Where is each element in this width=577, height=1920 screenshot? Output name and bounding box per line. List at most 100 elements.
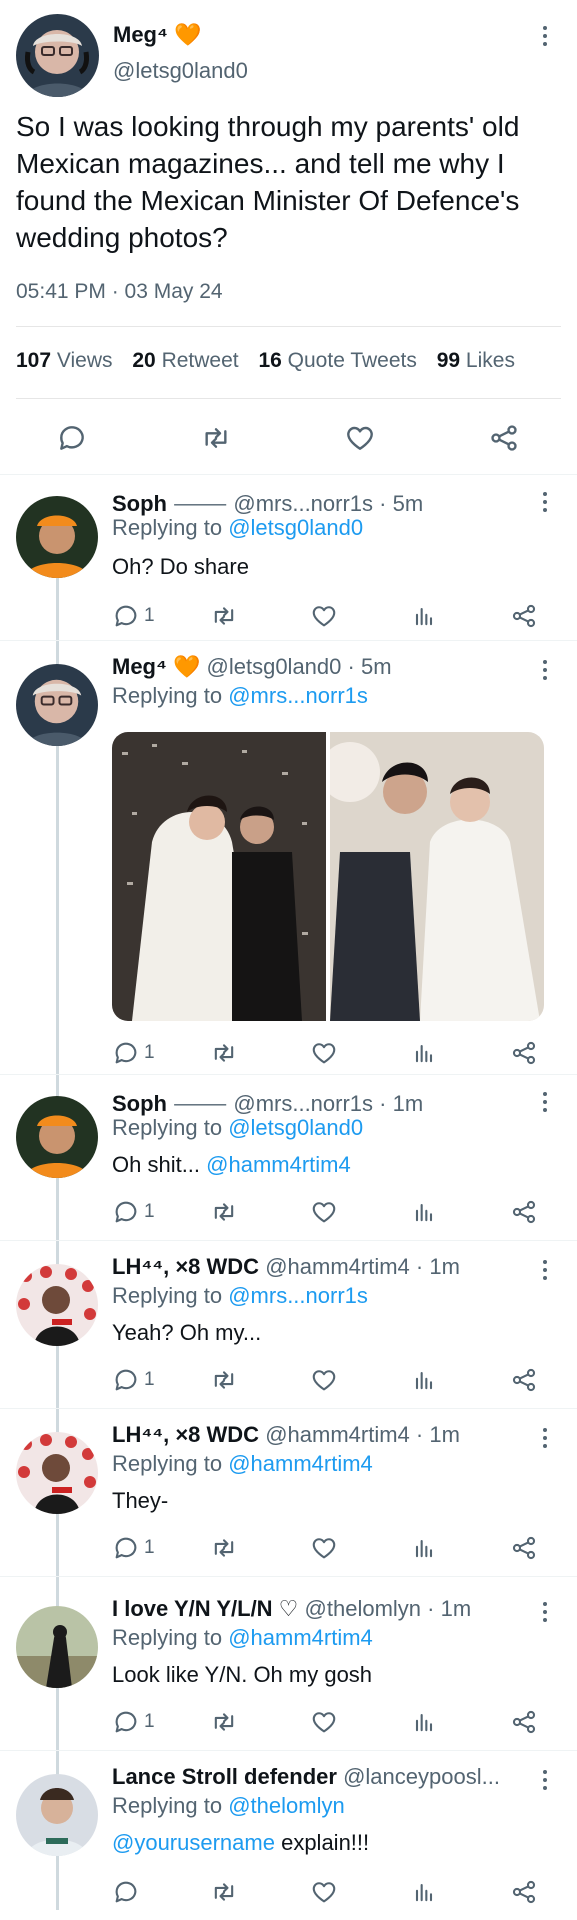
- share-icon[interactable]: [510, 1198, 538, 1226]
- avatar[interactable]: [16, 1096, 98, 1178]
- author-name[interactable]: I love Y/N Y/L/N ♡: [112, 1596, 298, 1621]
- avatar[interactable]: [16, 496, 98, 578]
- like-icon[interactable]: [310, 602, 338, 630]
- author-name[interactable]: Soph: [112, 1091, 167, 1116]
- retweet-icon[interactable]: [210, 1366, 238, 1394]
- reply-icon[interactable]: 1: [112, 1534, 155, 1562]
- author-name[interactable]: Lance Stroll defender: [112, 1764, 337, 1789]
- share-icon[interactable]: [510, 1039, 538, 1067]
- divider: [0, 1074, 577, 1075]
- retweets-stat[interactable]: 20 Retweet: [132, 349, 238, 372]
- author-handle[interactable]: @thelomlyn: [305, 1596, 422, 1621]
- author-name[interactable]: LH⁴⁴, ×8 WDC: [112, 1254, 259, 1279]
- reply-tweet[interactable]: Meg⁴ 🧡 @letsg0land0 · 5m Replying to @mr…: [0, 652, 577, 1072]
- retweet-icon[interactable]: [210, 1708, 238, 1736]
- reply-text: Oh shit... @hamm4rtim4: [112, 1152, 351, 1177]
- author-handle[interactable]: @mrs...norr1s: [233, 491, 373, 516]
- views-stat[interactable]: 107 Views: [16, 349, 113, 372]
- views-icon[interactable]: [410, 1534, 438, 1562]
- more-icon[interactable]: [543, 660, 547, 680]
- share-icon[interactable]: [510, 1366, 538, 1394]
- like-icon[interactable]: [310, 1878, 338, 1906]
- share-icon[interactable]: [488, 422, 520, 459]
- author-name[interactable]: Soph: [112, 491, 167, 516]
- retweet-icon[interactable]: [210, 1534, 238, 1562]
- quotes-stat[interactable]: 16 Quote Tweets: [258, 349, 416, 372]
- like-icon[interactable]: [310, 1366, 338, 1394]
- like-icon[interactable]: [344, 422, 376, 459]
- avatar[interactable]: [16, 664, 98, 746]
- avatar[interactable]: [16, 1264, 98, 1346]
- reply-actions: 1: [112, 602, 552, 638]
- retweet-icon[interactable]: [210, 1039, 238, 1067]
- author-handle[interactable]: @mrs...norr1s: [233, 1091, 373, 1116]
- author-name[interactable]: LH⁴⁴, ×8 WDC: [112, 1422, 259, 1447]
- reply-icon[interactable]: 1: [112, 1366, 155, 1394]
- author-handle[interactable]: @letsg0land0: [113, 58, 248, 84]
- reply-icon[interactable]: 1: [112, 602, 155, 630]
- reply-tweet[interactable]: LH⁴⁴, ×8 WDC @hamm4rtim4 · 1m Replying t…: [0, 1252, 577, 1402]
- like-icon[interactable]: [310, 1039, 338, 1067]
- share-icon[interactable]: [510, 1708, 538, 1736]
- reply-icon[interactable]: 1: [112, 1198, 155, 1226]
- mention-link[interactable]: @hamm4rtim4: [228, 1625, 373, 1650]
- reply-actions: 1: [112, 1366, 552, 1402]
- replying-to: Replying to @letsg0land0: [112, 515, 364, 540]
- views-icon[interactable]: [410, 1198, 438, 1226]
- mention-link[interactable]: @yourusername: [112, 1830, 275, 1855]
- author-name[interactable]: Meg⁴ 🧡: [113, 22, 201, 48]
- more-icon[interactable]: [543, 492, 547, 512]
- author-handle[interactable]: @hamm4rtim4: [265, 1254, 410, 1279]
- like-icon[interactable]: [310, 1534, 338, 1562]
- mention-link[interactable]: @thelomlyn: [228, 1793, 345, 1818]
- views-icon[interactable]: [410, 1708, 438, 1736]
- author-handle[interactable]: @lanceypoosl...: [343, 1764, 500, 1789]
- like-icon[interactable]: [310, 1198, 338, 1226]
- more-icon[interactable]: [543, 1092, 547, 1112]
- emoji-flag-icon: ⸻: [173, 1091, 228, 1116]
- mention-link[interactable]: @mrs...norr1s: [228, 683, 368, 708]
- avatar[interactable]: [16, 1606, 98, 1688]
- mention-link[interactable]: @hamm4rtim4: [206, 1152, 351, 1177]
- retweet-icon[interactable]: [200, 422, 232, 459]
- share-icon[interactable]: [510, 602, 538, 630]
- author-name[interactable]: Meg⁴ 🧡: [112, 654, 200, 679]
- more-icon[interactable]: [543, 1428, 547, 1448]
- like-icon[interactable]: [310, 1708, 338, 1736]
- reply-tweet[interactable]: Soph ⸻ @mrs...norr1s · 1m Replying to @l…: [0, 1084, 577, 1234]
- mention-link[interactable]: @letsg0land0: [228, 515, 363, 540]
- reply-icon[interactable]: [112, 1878, 144, 1906]
- views-icon[interactable]: [410, 602, 438, 630]
- mention-link[interactable]: @hamm4rtim4: [228, 1451, 373, 1476]
- views-icon[interactable]: [410, 1039, 438, 1067]
- avatar[interactable]: [16, 14, 99, 97]
- reply-icon[interactable]: 1: [112, 1708, 155, 1736]
- reply-icon[interactable]: [56, 422, 88, 459]
- more-icon[interactable]: [543, 1260, 547, 1280]
- mention-link[interactable]: @letsg0land0: [228, 1115, 363, 1140]
- retweet-icon[interactable]: [210, 1198, 238, 1226]
- likes-stat[interactable]: 99 Likes: [437, 349, 515, 372]
- reply-icon[interactable]: 1: [112, 1039, 155, 1067]
- mention-link[interactable]: @mrs...norr1s: [228, 1283, 368, 1308]
- more-icon[interactable]: [543, 26, 547, 46]
- share-icon[interactable]: [510, 1878, 538, 1906]
- main-tweet: Meg⁴ 🧡 @letsg0land0 So I was looking thr…: [0, 0, 577, 476]
- author-handle[interactable]: @letsg0land0: [207, 654, 342, 679]
- retweet-icon[interactable]: [210, 602, 238, 630]
- reply-tweet[interactable]: LH⁴⁴, ×8 WDC @hamm4rtim4 · 1m Replying t…: [0, 1420, 577, 1570]
- reply-tweet[interactable]: Soph ⸻ @mrs...norr1s · 5m Replying to @l…: [0, 484, 577, 634]
- wedding-photo-2[interactable]: [320, 732, 544, 1021]
- more-icon[interactable]: [543, 1770, 547, 1790]
- wedding-photo-1[interactable]: [112, 732, 326, 1021]
- views-icon[interactable]: [410, 1366, 438, 1394]
- retweet-icon[interactable]: [210, 1878, 238, 1906]
- author-handle[interactable]: @hamm4rtim4: [265, 1422, 410, 1447]
- share-icon[interactable]: [510, 1534, 538, 1562]
- reply-tweet[interactable]: Lance Stroll defender @lanceypoosl... Re…: [0, 1762, 577, 1920]
- avatar[interactable]: [16, 1432, 98, 1514]
- more-icon[interactable]: [543, 1602, 547, 1622]
- reply-tweet[interactable]: I love Y/N Y/L/N ♡ @thelomlyn · 1m Reply…: [0, 1594, 577, 1744]
- views-icon[interactable]: [410, 1878, 438, 1906]
- avatar[interactable]: [16, 1774, 98, 1856]
